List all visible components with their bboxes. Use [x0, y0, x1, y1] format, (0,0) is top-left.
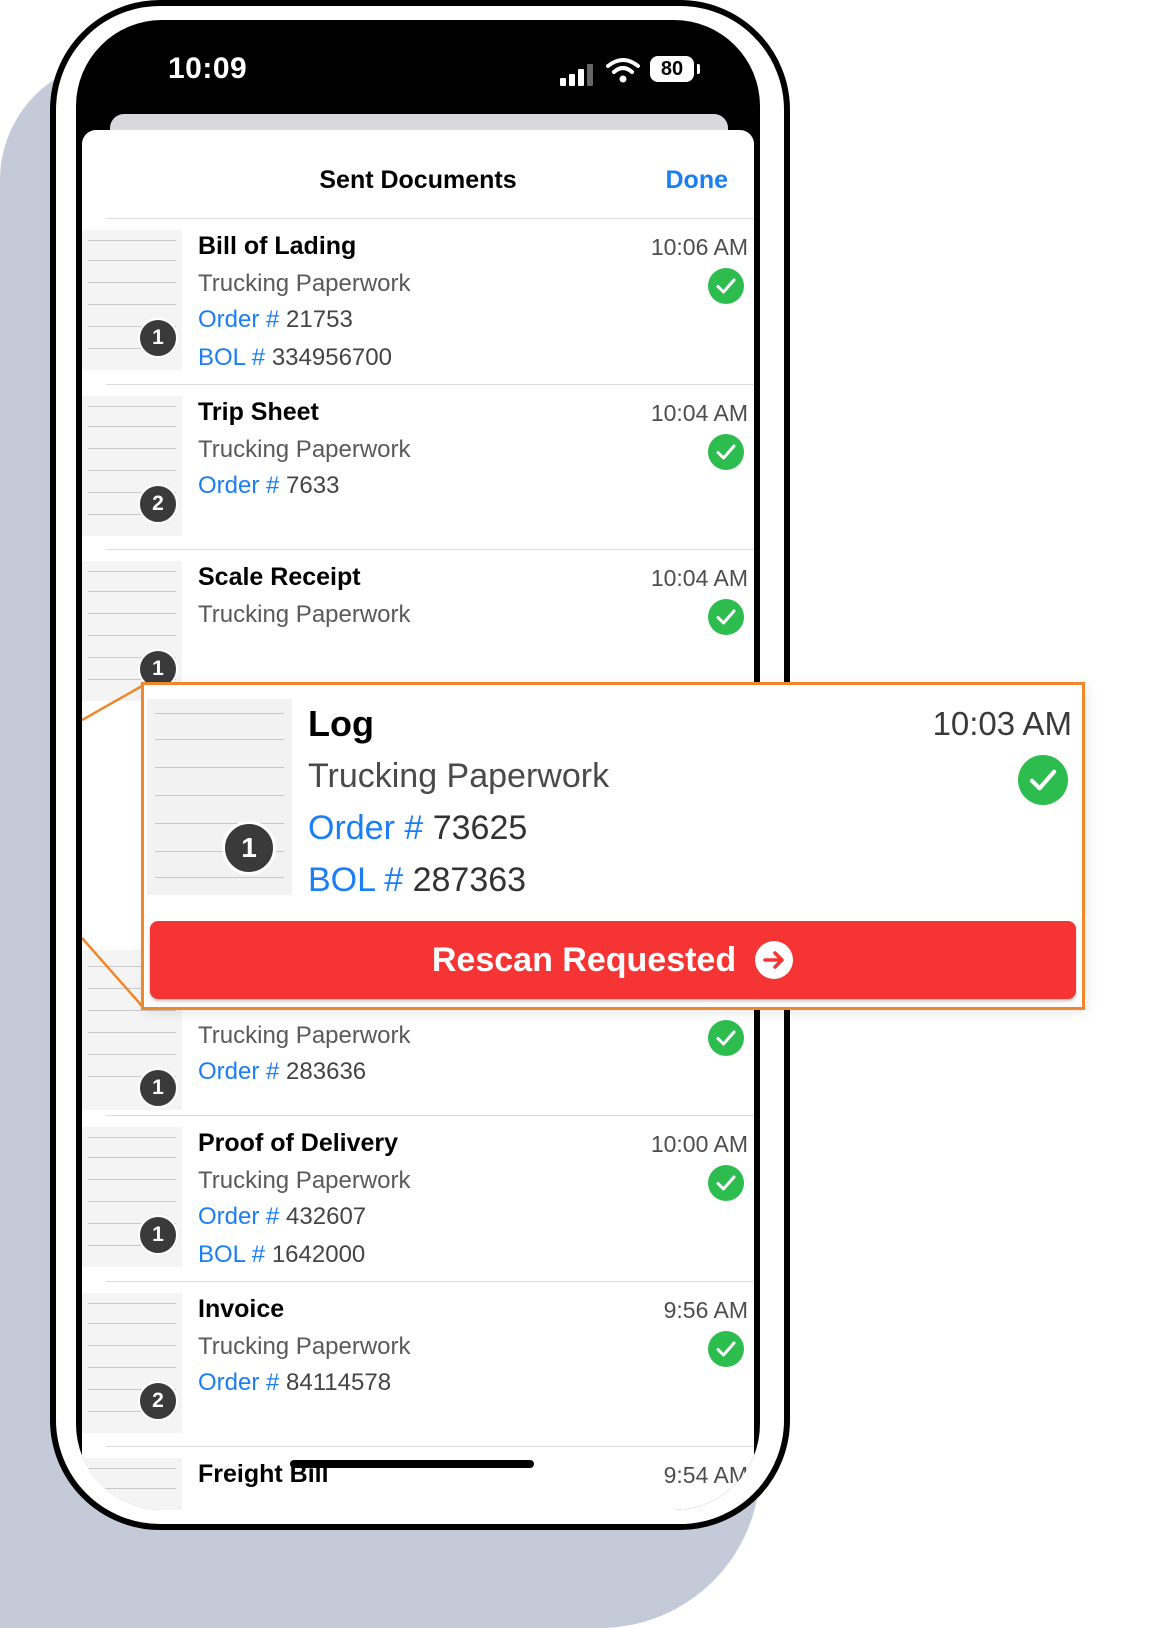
- row-separator: [106, 1115, 754, 1116]
- sheet-title: Sent Documents: [319, 166, 517, 194]
- page-count-badge: 1: [138, 318, 178, 358]
- checkmark-circle-icon: [1018, 755, 1068, 805]
- order-line: Order # 21753: [198, 306, 353, 334]
- sent-time: 10:03 AM: [932, 705, 1072, 742]
- document-title: Trip Sheet: [198, 398, 319, 426]
- document-row[interactable]: 2 Invoice Trucking Paperwork Order # 841…: [82, 1281, 754, 1446]
- row-separator: [106, 1446, 754, 1447]
- order-label: Order #: [308, 809, 424, 847]
- order-label: Order #: [198, 1203, 280, 1230]
- page-count-badge: 1: [138, 1068, 178, 1108]
- battery-cap: [697, 64, 700, 74]
- arrow-right-circle-icon: [755, 941, 794, 979]
- checkmark-circle-icon: [708, 599, 744, 635]
- bol-label: BOL #: [198, 1241, 266, 1268]
- order-number: 21753: [286, 306, 353, 333]
- row-separator: [106, 549, 754, 550]
- order-number: 432607: [286, 1203, 367, 1230]
- sent-time: 10:06 AM: [650, 234, 748, 260]
- order-line: Order # 73625: [308, 809, 527, 848]
- page-count-badge: 1: [138, 1215, 178, 1255]
- bol-number: 334956700: [271, 344, 392, 371]
- document-subtitle: Trucking Paperwork: [198, 601, 411, 628]
- sent-time: 10:00 AM: [650, 1131, 748, 1157]
- document-subtitle: Trucking Paperwork: [198, 1167, 411, 1194]
- bol-label: BOL #: [198, 344, 266, 371]
- wifi-icon: [606, 58, 640, 83]
- document-row[interactable]: 2 Trip Sheet Trucking Paperwork Order # …: [82, 384, 754, 549]
- rescan-requested-button[interactable]: Rescan Requested: [150, 921, 1076, 999]
- signal-icon: [560, 64, 596, 86]
- order-line: Order # 283636: [198, 1058, 366, 1086]
- bol-number: 1642000: [271, 1241, 366, 1268]
- order-label: Order #: [198, 1058, 280, 1085]
- document-subtitle: Trucking Paperwork: [198, 270, 411, 297]
- battery-icon: 80: [650, 56, 694, 82]
- order-line: Order # 84114578: [198, 1369, 391, 1397]
- bol-label: BOL #: [308, 861, 404, 899]
- document-title: Log: [308, 703, 374, 744]
- order-number: 7633: [286, 472, 340, 499]
- rescan-label: Rescan Requested: [431, 940, 737, 979]
- status-time: 10:09: [168, 52, 248, 85]
- checkmark-circle-icon: [708, 434, 744, 470]
- sent-time: 10:04 AM: [650, 400, 748, 426]
- checkmark-circle-icon: [708, 1331, 744, 1367]
- order-number: 73625: [432, 809, 528, 847]
- home-indicator[interactable]: [290, 1460, 534, 1468]
- document-row[interactable]: 1 Bill of Lading Trucking Paperwork Orde…: [82, 218, 754, 383]
- bol-number: 287363: [412, 861, 527, 899]
- sent-time: 9:54 AM: [663, 1462, 748, 1488]
- bol-line: BOL # 1642000: [198, 1241, 365, 1269]
- document-subtitle: Trucking Paperwork: [308, 757, 610, 795]
- order-number: 84114578: [286, 1369, 392, 1396]
- checkmark-circle-icon: [708, 268, 744, 304]
- sent-time: 9:56 AM: [663, 1297, 748, 1323]
- highlighted-document-callout[interactable]: 1 Log Trucking Paperwork Order # 73625 B…: [141, 682, 1085, 1010]
- bol-line: BOL # 287363: [308, 861, 526, 900]
- done-button[interactable]: Done: [666, 166, 729, 195]
- document-subtitle: Trucking Paperwork: [198, 1333, 411, 1360]
- callout-connector: [82, 684, 143, 1007]
- document-subtitle: Trucking Paperwork: [198, 1022, 411, 1049]
- document-thumbnail: [82, 1458, 182, 1510]
- order-line: Order # 7633: [198, 472, 339, 500]
- order-label: Order #: [198, 306, 280, 333]
- document-title: Proof of Delivery: [198, 1129, 399, 1157]
- document-thumbnail: [147, 699, 292, 895]
- document-row[interactable]: Freight Bill 9:54 AM: [82, 1446, 754, 1510]
- order-label: Order #: [198, 472, 280, 499]
- document-subtitle: Trucking Paperwork: [198, 436, 411, 463]
- bol-line: BOL # 334956700: [198, 344, 392, 372]
- sent-time: 10:04 AM: [650, 565, 748, 591]
- document-title: Bill of Lading: [198, 232, 357, 260]
- status-bar: 10:09 80: [76, 20, 760, 120]
- page-count-badge: 1: [222, 821, 276, 875]
- order-line: Order # 432607: [198, 1203, 366, 1231]
- order-number: 283636: [286, 1058, 367, 1085]
- order-label: Order #: [198, 1369, 280, 1396]
- page-count-badge: 2: [138, 484, 178, 524]
- document-title: Invoice: [198, 1295, 285, 1323]
- checkmark-circle-icon: [708, 1165, 744, 1201]
- document-row[interactable]: 1 Proof of Delivery Trucking Paperwork O…: [82, 1115, 754, 1280]
- page-count-badge: 2: [138, 1381, 178, 1421]
- row-separator: [106, 1281, 754, 1282]
- row-separator: [106, 384, 754, 385]
- document-title: Scale Receipt: [198, 563, 361, 591]
- checkmark-circle-icon: [708, 1020, 744, 1056]
- row-separator: [106, 218, 754, 219]
